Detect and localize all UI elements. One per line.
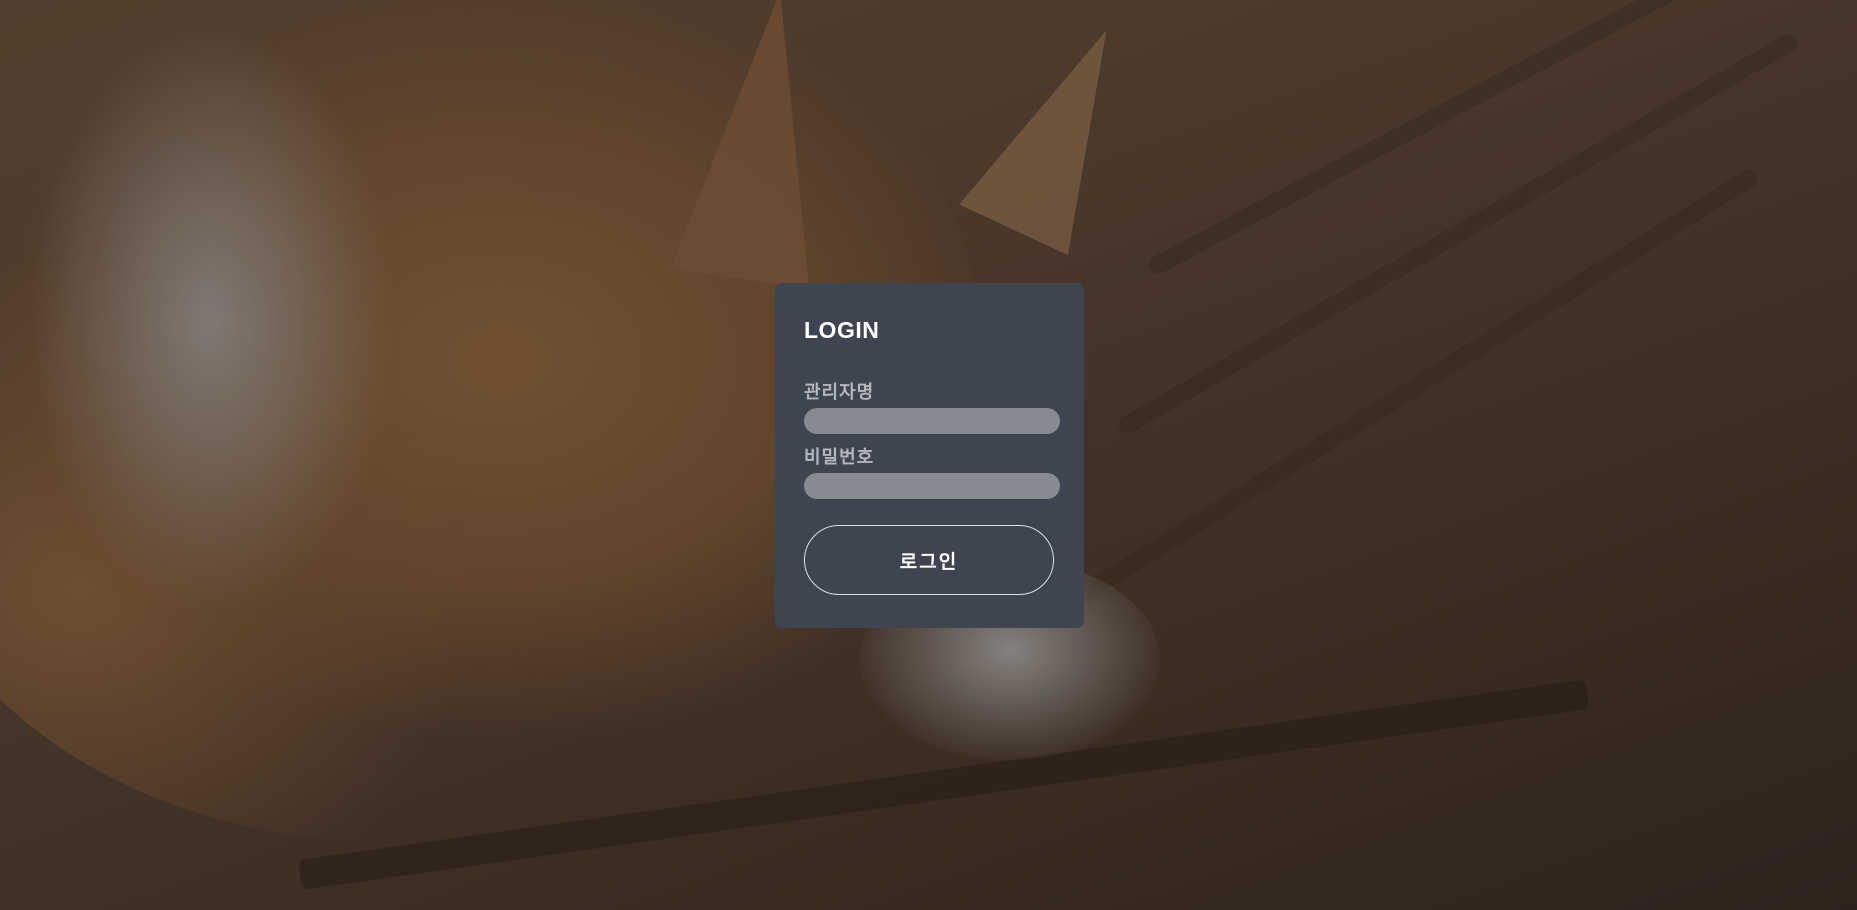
- admin-name-label: 관리자명: [804, 382, 875, 403]
- admin-name-input[interactable]: [804, 408, 1060, 434]
- password-input[interactable]: [804, 473, 1060, 499]
- login-button[interactable]: 로그인: [804, 525, 1054, 595]
- login-card: LOGIN 관리자명 비밀번호 로그인: [775, 283, 1084, 628]
- password-label: 비밀번호: [804, 447, 875, 468]
- login-page: LOGIN 관리자명 비밀번호 로그인: [0, 0, 1857, 910]
- login-title: LOGIN: [804, 317, 880, 343]
